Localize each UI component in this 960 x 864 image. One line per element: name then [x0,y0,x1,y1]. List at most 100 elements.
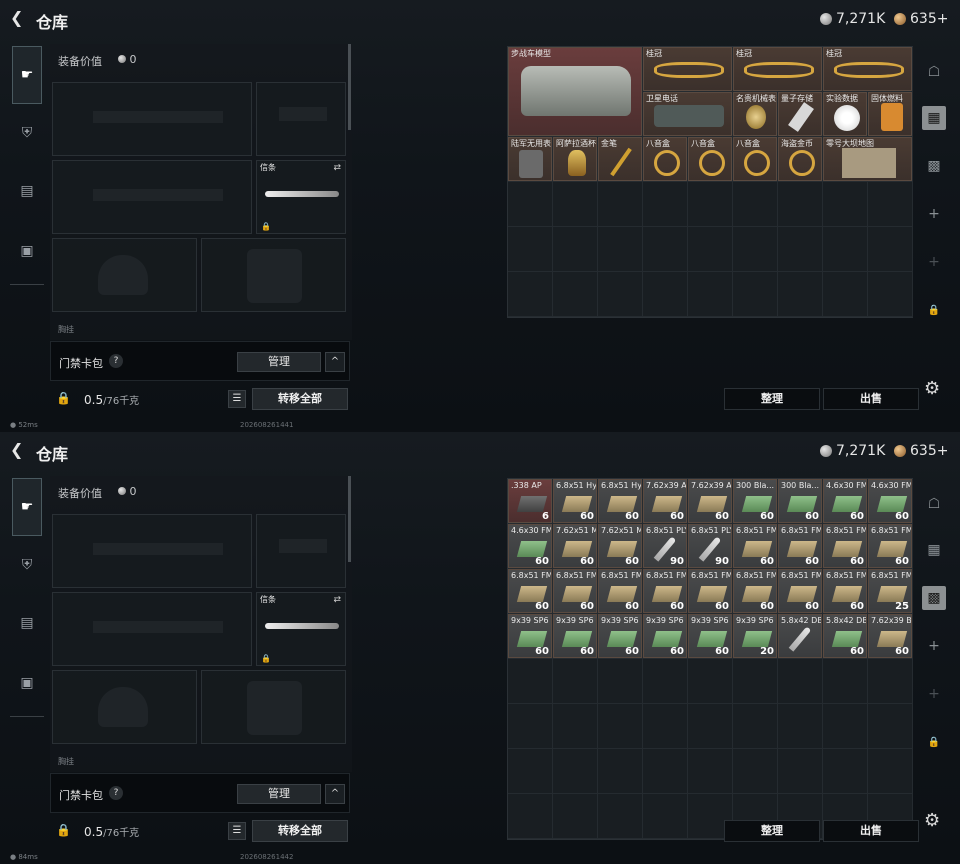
briefcase-tab-icon[interactable]: ▣ [12,668,42,698]
add-tab-icon[interactable]: + [922,634,946,658]
inventory-item[interactable]: 7.62x39 AP 60 [643,479,687,523]
grid-cell[interactable] [643,749,688,794]
sort-button[interactable]: 整理 [724,388,820,410]
grid-cell[interactable] [868,182,913,227]
grid-cell[interactable] [823,272,868,317]
grid-cell[interactable] [598,794,643,839]
armor-slot[interactable] [201,670,346,744]
grid-cell[interactable] [733,227,778,272]
inventory-item[interactable]: 6.8x51 FMJ 60 [823,569,867,613]
grid-cell[interactable] [688,272,733,317]
help-icon[interactable]: ? [109,354,123,368]
grid-cell[interactable] [778,704,823,749]
grid-cell[interactable] [823,659,868,704]
grid-cell[interactable] [688,749,733,794]
grid-cell[interactable] [508,272,553,317]
inventory-item[interactable]: 9x39 SP6 60 [688,614,732,658]
grid-cell[interactable] [643,182,688,227]
grid-cell[interactable] [733,659,778,704]
grid-cell[interactable] [778,272,823,317]
inventory-item[interactable]: 阿萨拉酒杯 [553,137,597,181]
grid-cell[interactable] [823,704,868,749]
inventory-item[interactable]: 6.8x51 PLY 90 [688,524,732,568]
clipboard-tab-icon[interactable]: ▤ [12,176,42,206]
grid-cell[interactable] [778,749,823,794]
lock-icon[interactable]: 🔒 [56,823,71,837]
inventory-item[interactable]: 八音盒 [688,137,732,181]
inventory-item[interactable]: 6.8x51 Hy... 60 [598,479,642,523]
manage-button[interactable]: 管理 [237,784,321,804]
inventory-item[interactable]: 5.8x42 DBP10 60 [823,614,867,658]
pistol-slot[interactable] [256,514,346,588]
help-icon[interactable]: ? [109,786,123,800]
stash-grid[interactable]: .338 AP66.8x51 Hy...606.8x51 Hy...607.62… [507,478,913,840]
helmet-tab-icon[interactable]: ⛨ [12,550,42,580]
inventory-item[interactable]: 固体燃料 [868,92,912,136]
list-icon[interactable]: ☰ [228,390,246,408]
grid-cell[interactable] [823,749,868,794]
sort-button[interactable]: 整理 [724,820,820,842]
grid-cell[interactable] [508,749,553,794]
inventory-item[interactable]: 卫星电话 [643,92,732,136]
transfer-all-button[interactable]: 转移全部 [252,820,348,842]
inventory-item[interactable]: 6.8x51 FMJ 60 [598,569,642,613]
primary-weapon-slot[interactable] [52,82,252,156]
grid-cell[interactable] [508,227,553,272]
inventory-item[interactable]: 6.8x51 Hy... 60 [553,479,597,523]
transfer-all-button[interactable]: 转移全部 [252,388,348,410]
grid-cell[interactable] [823,227,868,272]
briefcase-tab-icon[interactable]: ▣ [12,236,42,266]
add-tab-icon[interactable]: + [922,202,946,226]
inventory-item[interactable]: 7.62x39 AP 60 [688,479,732,523]
primary-weapon-slot[interactable] [52,514,252,588]
helmet-tab-icon[interactable]: ⛨ [12,118,42,148]
grid-cell[interactable] [553,749,598,794]
back-icon[interactable]: ❮ [10,10,26,26]
grid-cell[interactable] [643,704,688,749]
inventory-item[interactable]: 海盗金币 [778,137,822,181]
inventory-item[interactable]: 桂冠 [643,47,732,91]
inventory-item[interactable]: 4.6x30 FMJ SX 60 [823,479,867,523]
grid-cell[interactable] [868,227,913,272]
inventory-item[interactable]: 6.8x51 FMJ 25 [868,569,912,613]
grid-cell[interactable] [598,704,643,749]
inventory-item[interactable]: 4.6x30 FMJ SX 60 [868,479,912,523]
grid-cell[interactable] [868,272,913,317]
gear-icon[interactable]: ⚙ [924,378,940,399]
grid-cell[interactable] [688,227,733,272]
grid-cell[interactable] [733,182,778,227]
gold-currency[interactable]: 635+ [894,11,948,27]
grid-cell[interactable] [688,704,733,749]
grid-cell[interactable] [688,659,733,704]
grid-cell[interactable] [778,182,823,227]
inventory-item[interactable]: 步战车模型 [508,47,642,136]
manage-button[interactable]: 管理 [237,352,321,372]
inventory-item[interactable]: 6.8x51 FMJ 60 [868,524,912,568]
grid-cell[interactable] [598,659,643,704]
grid-cell[interactable] [508,182,553,227]
grid-cell[interactable] [508,794,553,839]
lock-icon[interactable]: 🔒 [56,391,71,405]
inventory-item[interactable]: 4.6x30 FMJ SX 60 [508,524,552,568]
inventory-item[interactable]: 6.8x51 FMJ 60 [643,569,687,613]
inventory-item[interactable]: 5.8x42 DBP10+P [778,614,822,658]
stash-tab-icon[interactable]: ☖ [922,492,946,516]
inventory-item[interactable]: 6.8x51 FMJ 60 [823,524,867,568]
weapon-tab-icon[interactable]: ☛ [12,46,42,104]
grid-cell[interactable] [553,182,598,227]
pistol-slot[interactable] [256,82,346,156]
collapse-button[interactable]: ^ [325,784,345,804]
grid-cell[interactable] [553,227,598,272]
inventory-item[interactable]: 9x39 SP6 60 [643,614,687,658]
grid-cell[interactable] [643,659,688,704]
inventory-item[interactable]: 7.62x39 BP 60 [868,614,912,658]
inventory-item[interactable]: 6.8x51 FMJ 60 [733,569,777,613]
inventory-item[interactable]: 6.8x51 PLY 90 [643,524,687,568]
secondary-weapon-slot[interactable] [52,592,252,666]
grid-cell[interactable] [553,272,598,317]
add-tab-icon[interactable]: + [922,682,946,706]
equip-scrollbar[interactable] [348,476,351,562]
inventory-item[interactable]: 6.8x51 FMJ 60 [688,569,732,613]
inventory-item[interactable]: 9x39 SP6 60 [508,614,552,658]
grid-cell[interactable] [643,272,688,317]
